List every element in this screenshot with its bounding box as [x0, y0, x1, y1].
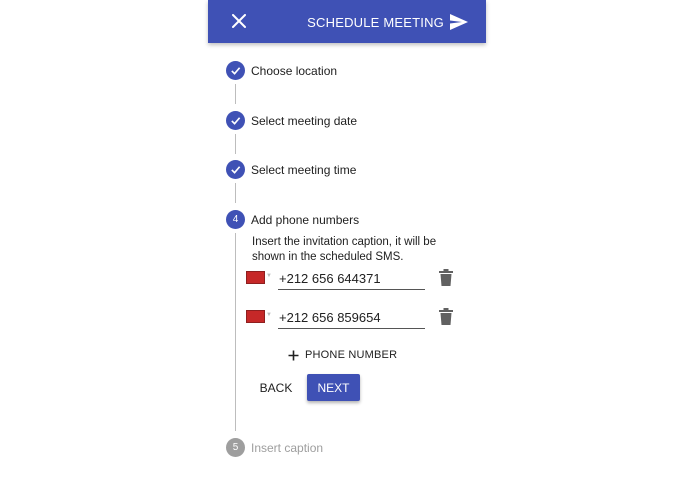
close-icon [232, 14, 246, 28]
plus-icon [288, 350, 299, 360]
step-complete-marker [226, 111, 245, 130]
flag-icon[interactable] [246, 310, 265, 323]
check-icon [231, 117, 241, 125]
step-choose-location[interactable]: Choose location [226, 61, 337, 80]
step-label: Insert caption [251, 440, 324, 455]
step-connector [235, 134, 236, 154]
trash-icon[interactable] [438, 308, 454, 326]
step-connector [235, 233, 236, 431]
add-phone-number-button[interactable]: PHONE NUMBER [288, 346, 397, 364]
app-screen: SCHEDULE MEETING Choose location Select … [208, 0, 486, 494]
send-icon [450, 14, 468, 30]
check-icon [231, 166, 241, 174]
phone-number-input[interactable] [278, 306, 425, 329]
step-insert-caption[interactable]: 5 Insert caption [226, 438, 323, 457]
step-label: Select meeting time [251, 162, 357, 177]
step-select-time[interactable]: Select meeting time [226, 160, 356, 179]
step-connector [235, 84, 236, 104]
step-label: Select meeting date [251, 113, 358, 128]
step-add-phone-numbers[interactable]: 4 Add phone numbers [226, 210, 359, 229]
step-select-date[interactable]: Select meeting date [226, 111, 357, 130]
close-button[interactable] [228, 10, 250, 32]
step-complete-marker [226, 160, 245, 179]
chevron-down-icon: ▼ [266, 312, 272, 318]
phone-number-input[interactable] [278, 267, 425, 290]
schedule-meeting-label: SCHEDULE MEETING [307, 14, 444, 30]
schedule-meeting-button[interactable]: SCHEDULE MEETING [307, 10, 468, 34]
step-label: Add phone numbers [251, 212, 360, 227]
step-instruction: Insert the invitation caption, it will b… [252, 236, 437, 263]
check-icon [231, 67, 241, 75]
flag-icon[interactable] [246, 271, 265, 284]
step-complete-marker [226, 61, 245, 80]
back-button[interactable]: BACK [256, 374, 296, 401]
step-connector [235, 183, 236, 203]
add-phone-number-label: PHONE NUMBER [305, 349, 398, 361]
step-number: 4 [226, 210, 245, 229]
step-number: 5 [226, 438, 245, 457]
app-bar: SCHEDULE MEETING [208, 0, 486, 43]
chevron-down-icon: ▼ [266, 273, 272, 279]
trash-icon[interactable] [438, 269, 454, 287]
step-label: Choose location [251, 63, 338, 78]
next-button[interactable]: NEXT [307, 374, 360, 401]
